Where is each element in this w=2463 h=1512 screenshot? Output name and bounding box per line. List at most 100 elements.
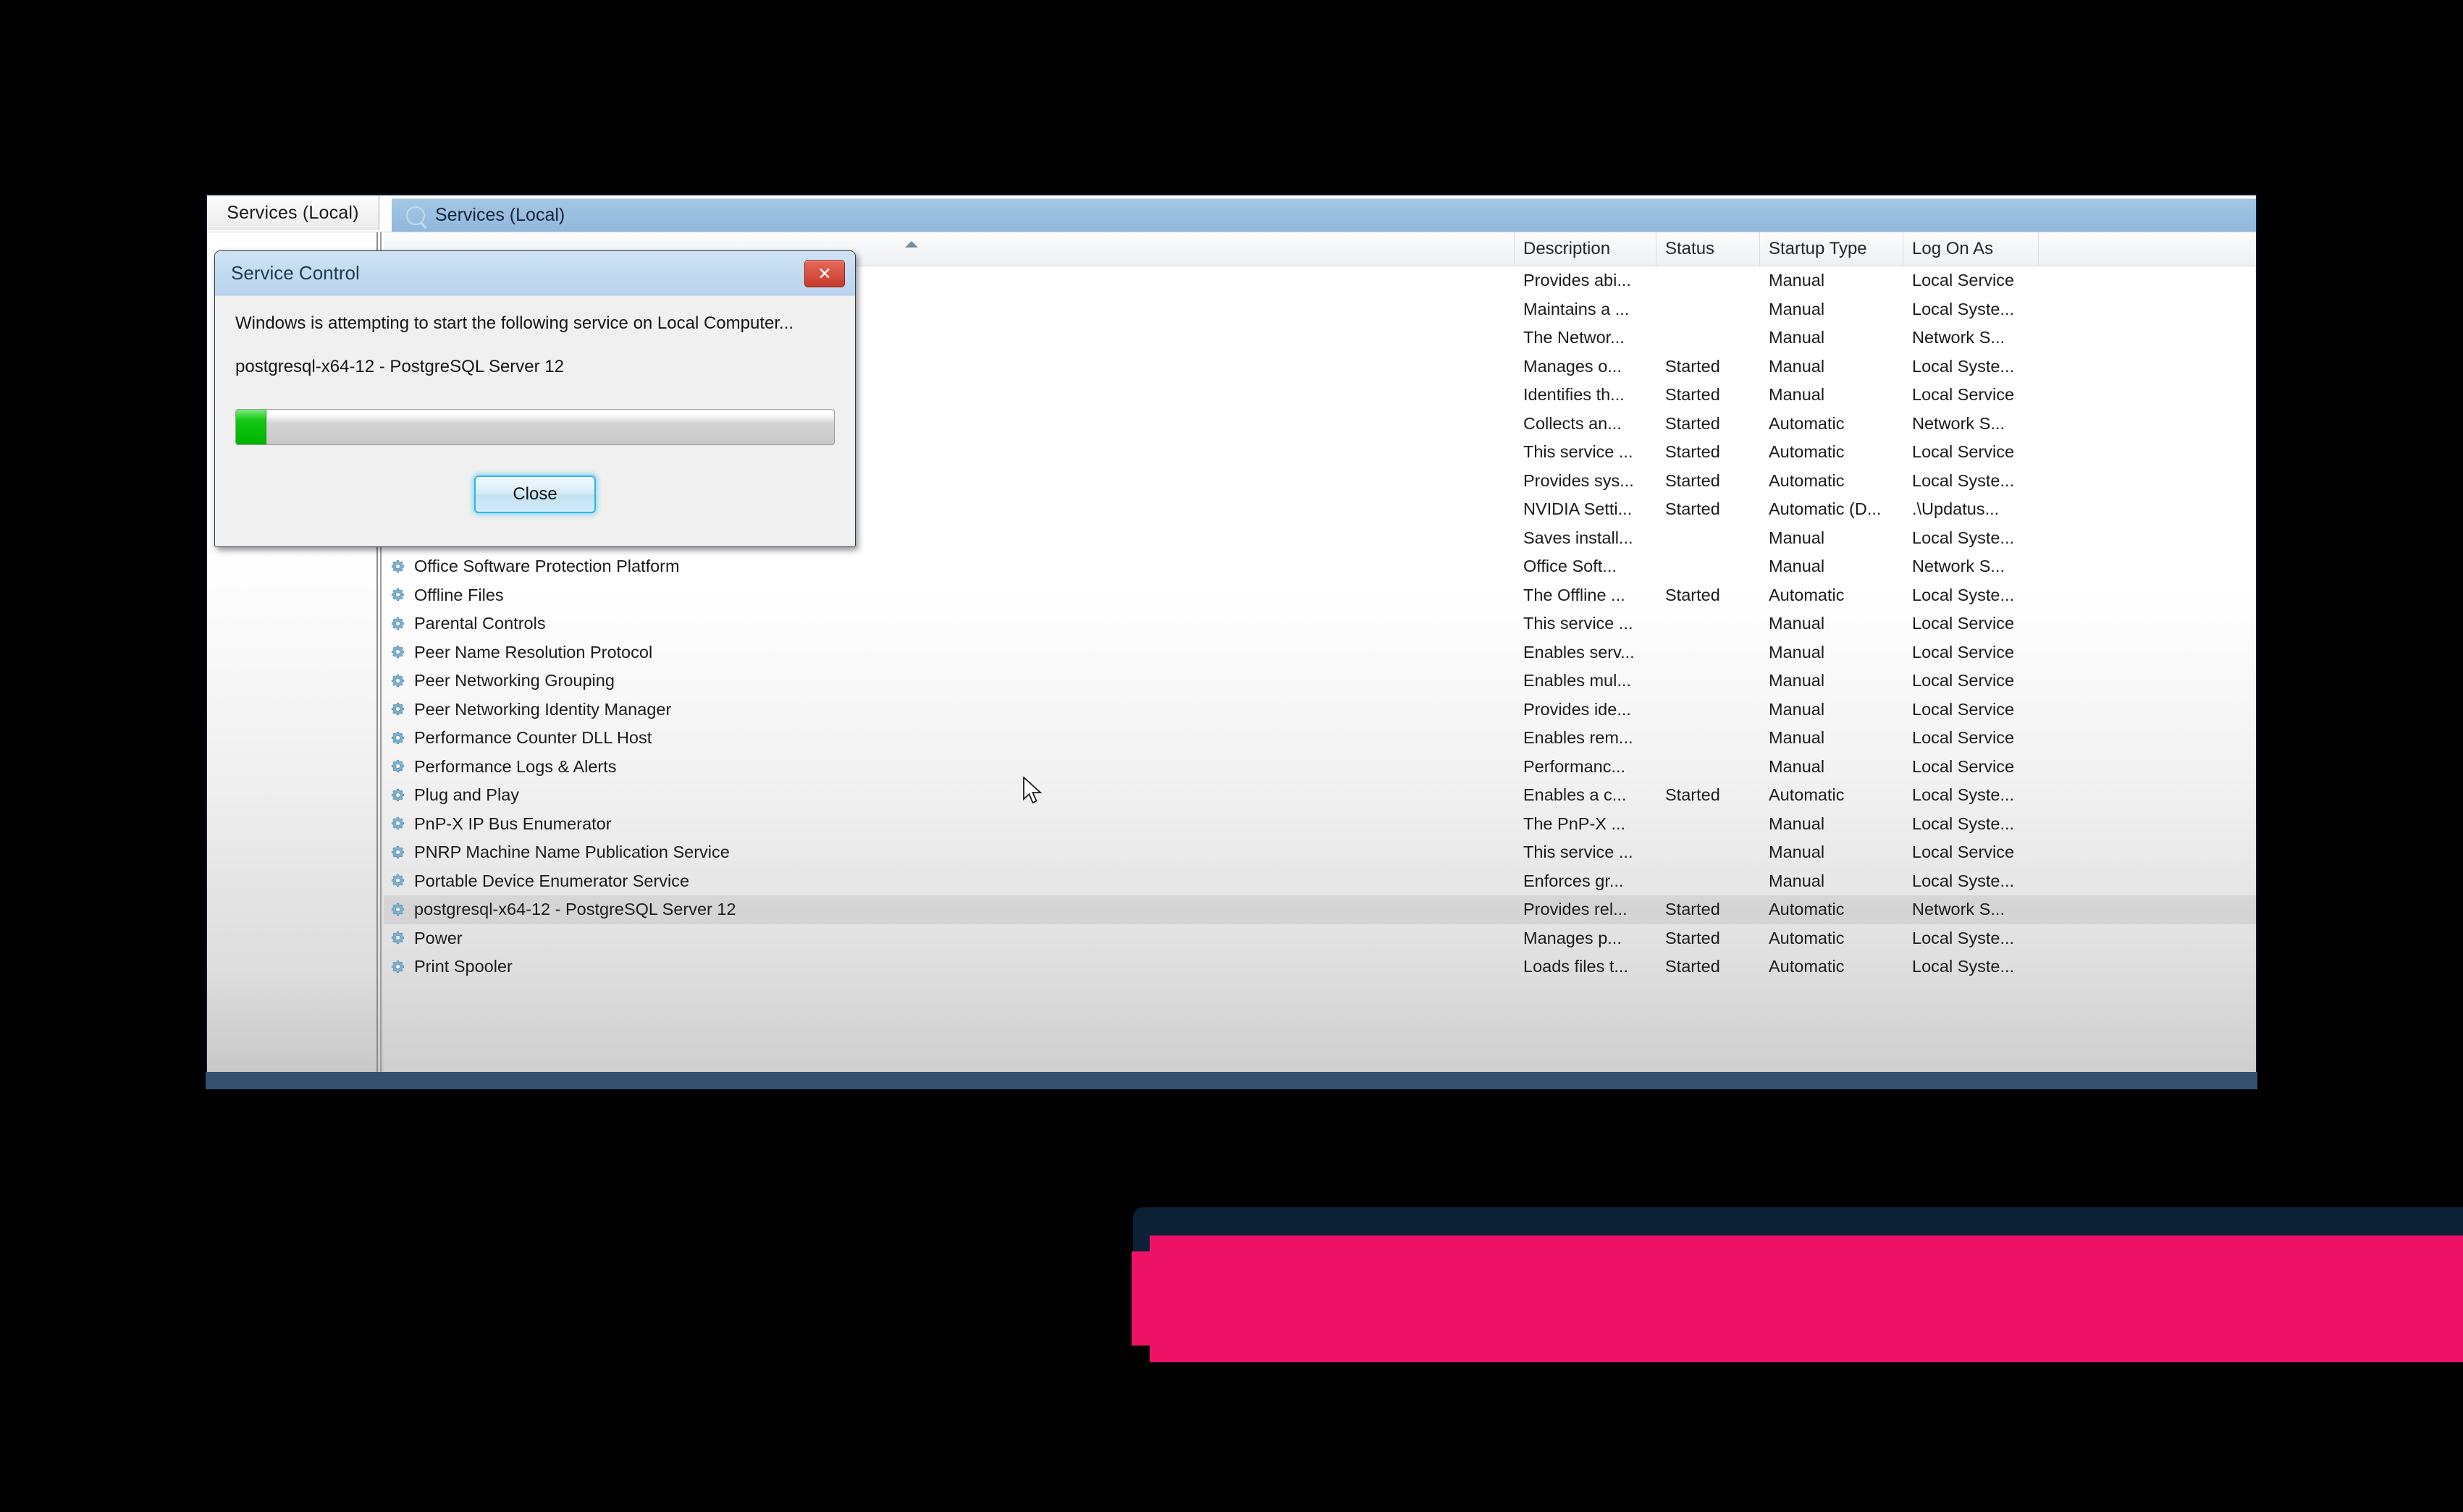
column-header-log-on-as[interactable]: Log On As [1903,232,2039,266]
service-name-cell: Performance Counter DLL Host [384,728,1515,748]
service-name-cell: PnP-X IP Bus Enumerator [384,814,1515,834]
dialog-message: Windows is attempting to start the follo… [235,313,835,334]
table-row[interactable]: Plug and PlayEnables a c...StartedAutoma… [384,781,2256,810]
table-row[interactable]: PNRP Machine Name Publication Service Thi… [384,838,2256,867]
overlay-pink-band [1150,1236,2463,1362]
service-gear-icon [391,559,407,575]
close-button[interactable]: Close [474,476,596,513]
table-row[interactable]: PowerManages p...StartedAutomaticLocal S… [384,924,2256,953]
progress-bar-fill [236,410,266,444]
service-status-cell: Started [1656,471,1760,491]
table-row[interactable]: Performance Logs & AlertsPerformanc...Ma… [384,753,2256,782]
service-name-cell: PNRP Machine Name Publication Service [384,842,1515,862]
table-row[interactable]: postgresql-x64-12 - PostgreSQL Server 12… [384,895,2256,924]
tab-services-local-label: Services (Local) [227,203,358,224]
column-header-description[interactable]: Description [1515,232,1656,266]
service-gear-icon [391,730,407,746]
service-description-cell: Identifies th... [1515,385,1656,405]
service-status-cell: Started [1656,586,1760,605]
service-log-on-as-cell: Local Syste... [1903,471,2039,491]
sort-ascending-icon [905,241,918,248]
service-log-on-as-cell: Network S... [1903,414,2039,434]
pane-title: Services (Local) [435,205,565,226]
service-status-cell: Started [1656,900,1760,919]
service-startup-type-cell: Manual [1760,842,1903,862]
service-log-on-as-cell: Local Syste... [1903,528,2039,548]
service-gear-icon [391,845,407,861]
service-startup-type-cell: Manual [1760,871,1903,891]
service-log-on-as-cell: Local Syste... [1903,814,2039,834]
services-gear-icon [406,206,425,225]
service-startup-type-cell: Automatic [1760,586,1903,605]
service-description-cell: The PnP-X ... [1515,814,1656,834]
service-startup-type-cell: Manual [1760,728,1903,748]
service-description-cell: Collects an... [1515,414,1656,434]
service-name-label: Peer Networking Grouping [414,671,615,690]
table-row[interactable]: Peer Networking Identity ManagerProvides… [384,696,2256,725]
dialog-body: Windows is attempting to start the follo… [215,296,855,513]
service-log-on-as-cell: Local Syste... [1903,300,2039,319]
tab-services-local[interactable]: Services (Local) [207,195,379,230]
column-header-startup-type[interactable]: Startup Type [1760,232,1903,266]
service-gear-icon [391,644,407,660]
tab-strip: Services (Local) Services (Local) [207,195,2256,232]
service-startup-type-cell: Manual [1760,814,1903,834]
table-row[interactable]: PnP-X IP Bus EnumeratorThe PnP-X ... Manu… [384,810,2256,839]
service-log-on-as-cell: Local Service [1903,842,2039,862]
service-description-cell: Saves install... [1515,528,1656,548]
service-name-cell: Peer Networking Grouping [384,671,1515,690]
service-startup-type-cell: Automatic [1760,929,1903,948]
table-row[interactable]: Offline FilesThe Offline ...StartedAutom… [384,581,2256,610]
service-name-label: Peer Networking Identity Manager [414,700,671,719]
service-name-cell: Portable Device Enumerator Service [384,871,1515,891]
column-header-filler [2039,232,2256,266]
service-name-label: Peer Name Resolution Protocol [414,643,652,662]
service-log-on-as-cell: Local Service [1903,385,2039,405]
table-row[interactable]: Peer Name Resolution ProtocolEnables ser… [384,638,2256,667]
dialog-button-row: Close [235,476,835,513]
service-description-cell: The Offline ... [1515,586,1656,605]
service-gear-icon [391,959,407,975]
service-startup-type-cell: Manual [1760,528,1903,548]
service-log-on-as-cell: .\Updatus... [1903,499,2039,519]
table-row[interactable]: Performance Counter DLL HostEnables rem.… [384,724,2256,753]
column-header-status[interactable]: Status [1656,232,1760,266]
table-row[interactable]: Peer Networking GroupingEnables mul...Ma… [384,667,2256,696]
service-log-on-as-cell: Local Service [1903,757,2039,777]
service-description-cell: Enables mul... [1515,671,1656,690]
service-description-cell: This service ... [1515,842,1656,862]
table-row[interactable]: Print SpoolerLoads files t...StartedAuto… [384,953,2256,981]
service-log-on-as-cell: Local Service [1903,643,2039,662]
service-log-on-as-cell: Local Syste... [1903,586,2039,605]
overlay-navy-band [1146,1207,2463,1236]
service-name-label: Power [414,929,463,948]
service-name-label: PNRP Machine Name Publication Service [414,842,730,862]
service-status-cell: Started [1656,785,1760,805]
service-name-cell: Offline Files [384,586,1515,605]
service-log-on-as-cell: Network S... [1903,900,2039,919]
service-gear-icon [391,902,407,918]
dialog-service-name: postgresql-x64-12 - PostgreSQL Server 12 [235,357,835,377]
service-gear-icon [391,816,407,832]
table-row[interactable]: Parental ControlsThis service ...ManualL… [384,609,2256,638]
service-description-cell: Performanc... [1515,757,1656,777]
service-startup-type-cell: Manual [1760,643,1903,662]
service-description-cell: Loads files t... [1515,957,1656,976]
service-log-on-as-cell: Network S... [1903,328,2039,347]
service-log-on-as-cell: Local Service [1903,700,2039,719]
pane-header: Services (Local) [392,198,2256,232]
service-startup-type-cell: Automatic [1760,414,1903,434]
window-bottom-bar [206,1072,2257,1089]
service-gear-icon [391,930,407,946]
close-icon[interactable]: ✕ [804,260,845,287]
column-header-description-label: Description [1523,239,1610,259]
service-log-on-as-cell: Local Service [1903,728,2039,748]
service-status-cell: Started [1656,929,1760,948]
service-status-cell: Started [1656,499,1760,519]
service-status-cell: Started [1656,357,1760,376]
table-row[interactable]: Portable Device Enumerator ServiceEnforc… [384,867,2256,896]
service-name-cell: Performance Logs & Alerts [384,757,1515,777]
column-header-status-label: Status [1665,239,1714,259]
service-name-label: Office Software Protection Platform [414,557,680,576]
table-row[interactable]: Office Software Protection PlatformOffic… [384,552,2256,581]
